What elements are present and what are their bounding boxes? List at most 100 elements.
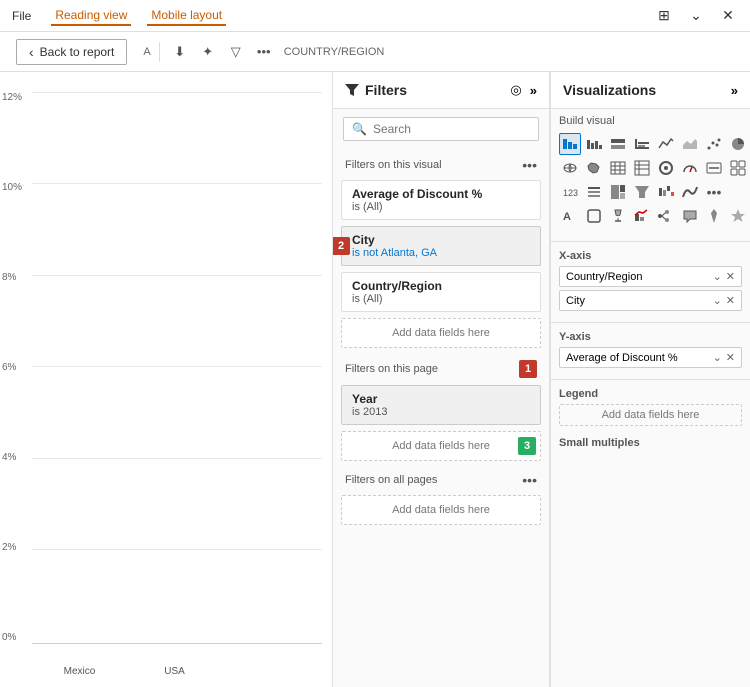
viz-icon-custom[interactable] bbox=[727, 205, 749, 227]
viz-build-section: Build visual bbox=[551, 109, 750, 237]
y-axis-section: Y-axis Average of Discount % ⌄ ✕ bbox=[551, 327, 750, 375]
viz-icon-text[interactable]: A bbox=[559, 205, 581, 227]
viz-icon-pin[interactable] bbox=[703, 205, 725, 227]
viz-header: Visualizations » bbox=[551, 72, 750, 109]
filters-expand-icon[interactable]: » bbox=[530, 83, 537, 98]
viz-icon-waterfall[interactable] bbox=[655, 181, 677, 203]
viz-icon-table[interactable] bbox=[607, 157, 629, 179]
y-label-8: 8% bbox=[2, 272, 22, 283]
viz-icon-ribbon[interactable] bbox=[679, 181, 701, 203]
toolbar-text-a: A bbox=[143, 46, 150, 58]
toolbar-icon-more[interactable]: ••• bbox=[252, 40, 276, 64]
toolbar-icon-download[interactable]: ⬇ bbox=[168, 40, 192, 64]
small-multiples-section: Small multiples bbox=[551, 433, 750, 457]
viz-icon-pie[interactable] bbox=[727, 133, 749, 155]
viz-icon-kpi[interactable]: 123 bbox=[559, 181, 581, 203]
viz-icon-bar-chart[interactable] bbox=[631, 133, 653, 155]
filter-discount-title: Average of Discount % bbox=[352, 187, 530, 201]
viz-icon-card[interactable] bbox=[703, 157, 725, 179]
add-field-all[interactable]: Add data fields here bbox=[341, 495, 541, 525]
top-icon-chevron[interactable]: ⌄ bbox=[682, 2, 710, 30]
y-axis-field-discount[interactable]: Average of Discount % ⌄ ✕ bbox=[559, 347, 742, 368]
y-axis-discount-remove[interactable]: ✕ bbox=[726, 351, 735, 364]
x-axis-country-chevron[interactable]: ⌄ bbox=[713, 270, 722, 283]
menu-file[interactable]: File bbox=[8, 7, 35, 25]
country-region-label: COUNTRY/REGION bbox=[284, 46, 385, 58]
viz-icon-stacked-bar[interactable] bbox=[559, 133, 581, 155]
viz-icon-100pct-bar[interactable] bbox=[607, 133, 629, 155]
x-label-usa: USA bbox=[147, 666, 202, 677]
filter-year-title: Year bbox=[352, 392, 530, 406]
toolbar-icon-pin[interactable]: ✦ bbox=[196, 40, 220, 64]
svg-text:A: A bbox=[563, 211, 571, 223]
viz-icon-gauge[interactable] bbox=[679, 157, 701, 179]
y-axis-title: Y-axis bbox=[559, 331, 742, 343]
filter-year[interactable]: Year is 2013 bbox=[341, 385, 541, 425]
viz-icon-donut[interactable] bbox=[655, 157, 677, 179]
filter-country[interactable]: Country/Region is (All) bbox=[341, 272, 541, 312]
menu-reading-view[interactable]: Reading view bbox=[51, 6, 131, 26]
x-label-mexico: Mexico bbox=[52, 666, 107, 677]
viz-icon-smart-narrative[interactable] bbox=[679, 205, 701, 227]
viz-icon-treemap[interactable] bbox=[607, 181, 629, 203]
viz-icon-filled-map[interactable] bbox=[583, 157, 605, 179]
toolbar-divider bbox=[159, 42, 160, 62]
x-axis-country-remove[interactable]: ✕ bbox=[726, 270, 735, 283]
filter-city-sub: is not Atlanta, GA bbox=[352, 247, 530, 259]
filter-city-badge-container: 2 bbox=[332, 237, 350, 255]
filters-visual-more[interactable]: ••• bbox=[522, 157, 537, 173]
viz-icon-scatter[interactable] bbox=[703, 133, 725, 155]
viz-icon-decomp-tree[interactable] bbox=[655, 205, 677, 227]
filter-discount[interactable]: Average of Discount % is (All) bbox=[341, 180, 541, 220]
viz-icon-map[interactable] bbox=[559, 157, 581, 179]
filters-on-visual-section: Filters on this visual ••• bbox=[333, 149, 549, 177]
filters-all-more[interactable]: ••• bbox=[522, 472, 537, 488]
viz-icon-matrix[interactable] bbox=[631, 157, 653, 179]
menu-mobile-layout[interactable]: Mobile layout bbox=[147, 6, 226, 26]
viz-icon-line[interactable] bbox=[655, 133, 677, 155]
filters-on-page-section: Filters on this page 1 bbox=[333, 351, 549, 382]
filters-on-visual-label: Filters on this visual bbox=[345, 159, 442, 171]
viz-icon-shape[interactable] bbox=[583, 205, 605, 227]
menu-bar: File Reading view Mobile layout ⊞ ⌄ ✕ bbox=[0, 0, 750, 32]
toolbar-icon-filter[interactable]: ▽ bbox=[224, 40, 248, 64]
viz-expand-icon[interactable]: » bbox=[731, 83, 738, 98]
x-axis-field-city[interactable]: City ⌄ ✕ bbox=[559, 290, 742, 311]
y-axis-discount-chevron[interactable]: ⌄ bbox=[713, 351, 722, 364]
viz-icon-area[interactable] bbox=[679, 133, 701, 155]
top-right-icons: ⊞ ⌄ ✕ bbox=[650, 2, 742, 30]
search-input[interactable] bbox=[373, 122, 530, 136]
add-field-page[interactable]: Add data fields here 3 bbox=[341, 431, 541, 461]
x-axis-city-chevron[interactable]: ⌄ bbox=[713, 294, 722, 307]
filters-title-text: Filters bbox=[365, 82, 407, 98]
viz-icon-slicer[interactable] bbox=[583, 181, 605, 203]
legend-divider bbox=[551, 379, 750, 380]
filter-discount-sub: is (All) bbox=[352, 201, 530, 213]
back-button-label: Back to report bbox=[40, 45, 115, 59]
filters-search-box[interactable]: 🔍 bbox=[343, 117, 539, 141]
x-axis-title: X-axis bbox=[559, 250, 742, 262]
filters-title: Filters bbox=[345, 82, 407, 98]
viz-icon-multi-card[interactable] bbox=[727, 157, 749, 179]
viz-icon-clustered-bar[interactable] bbox=[583, 133, 605, 155]
add-field-visual[interactable]: Add data fields here bbox=[341, 318, 541, 348]
top-icon-x[interactable]: ✕ bbox=[714, 2, 742, 30]
viz-icon-combo[interactable] bbox=[631, 205, 653, 227]
small-multiples-title: Small multiples bbox=[559, 437, 742, 449]
filters-visibility-icon[interactable]: ◎ bbox=[510, 82, 521, 98]
filter-badge-3: 3 bbox=[518, 437, 536, 455]
x-axis-city-remove[interactable]: ✕ bbox=[726, 294, 735, 307]
legend-add-field[interactable]: Add data fields here bbox=[559, 404, 742, 426]
viz-icon-trophy[interactable] bbox=[607, 205, 629, 227]
back-to-report-button[interactable]: ‹ Back to report bbox=[16, 39, 127, 65]
filters-header: Filters ◎ » bbox=[333, 72, 549, 109]
filter-city[interactable]: 2 City is not Atlanta, GA bbox=[341, 226, 541, 266]
top-icon-1[interactable]: ⊞ bbox=[650, 2, 678, 30]
filters-actions: ◎ » bbox=[510, 82, 537, 98]
filter-country-sub: is (All) bbox=[352, 293, 530, 305]
viz-icon-more[interactable]: ••• bbox=[703, 181, 725, 203]
viz-icon-funnel[interactable] bbox=[631, 181, 653, 203]
y-label-4: 4% bbox=[2, 452, 22, 463]
viz-title: Visualizations bbox=[563, 82, 656, 98]
x-axis-field-country[interactable]: Country/Region ⌄ ✕ bbox=[559, 266, 742, 287]
